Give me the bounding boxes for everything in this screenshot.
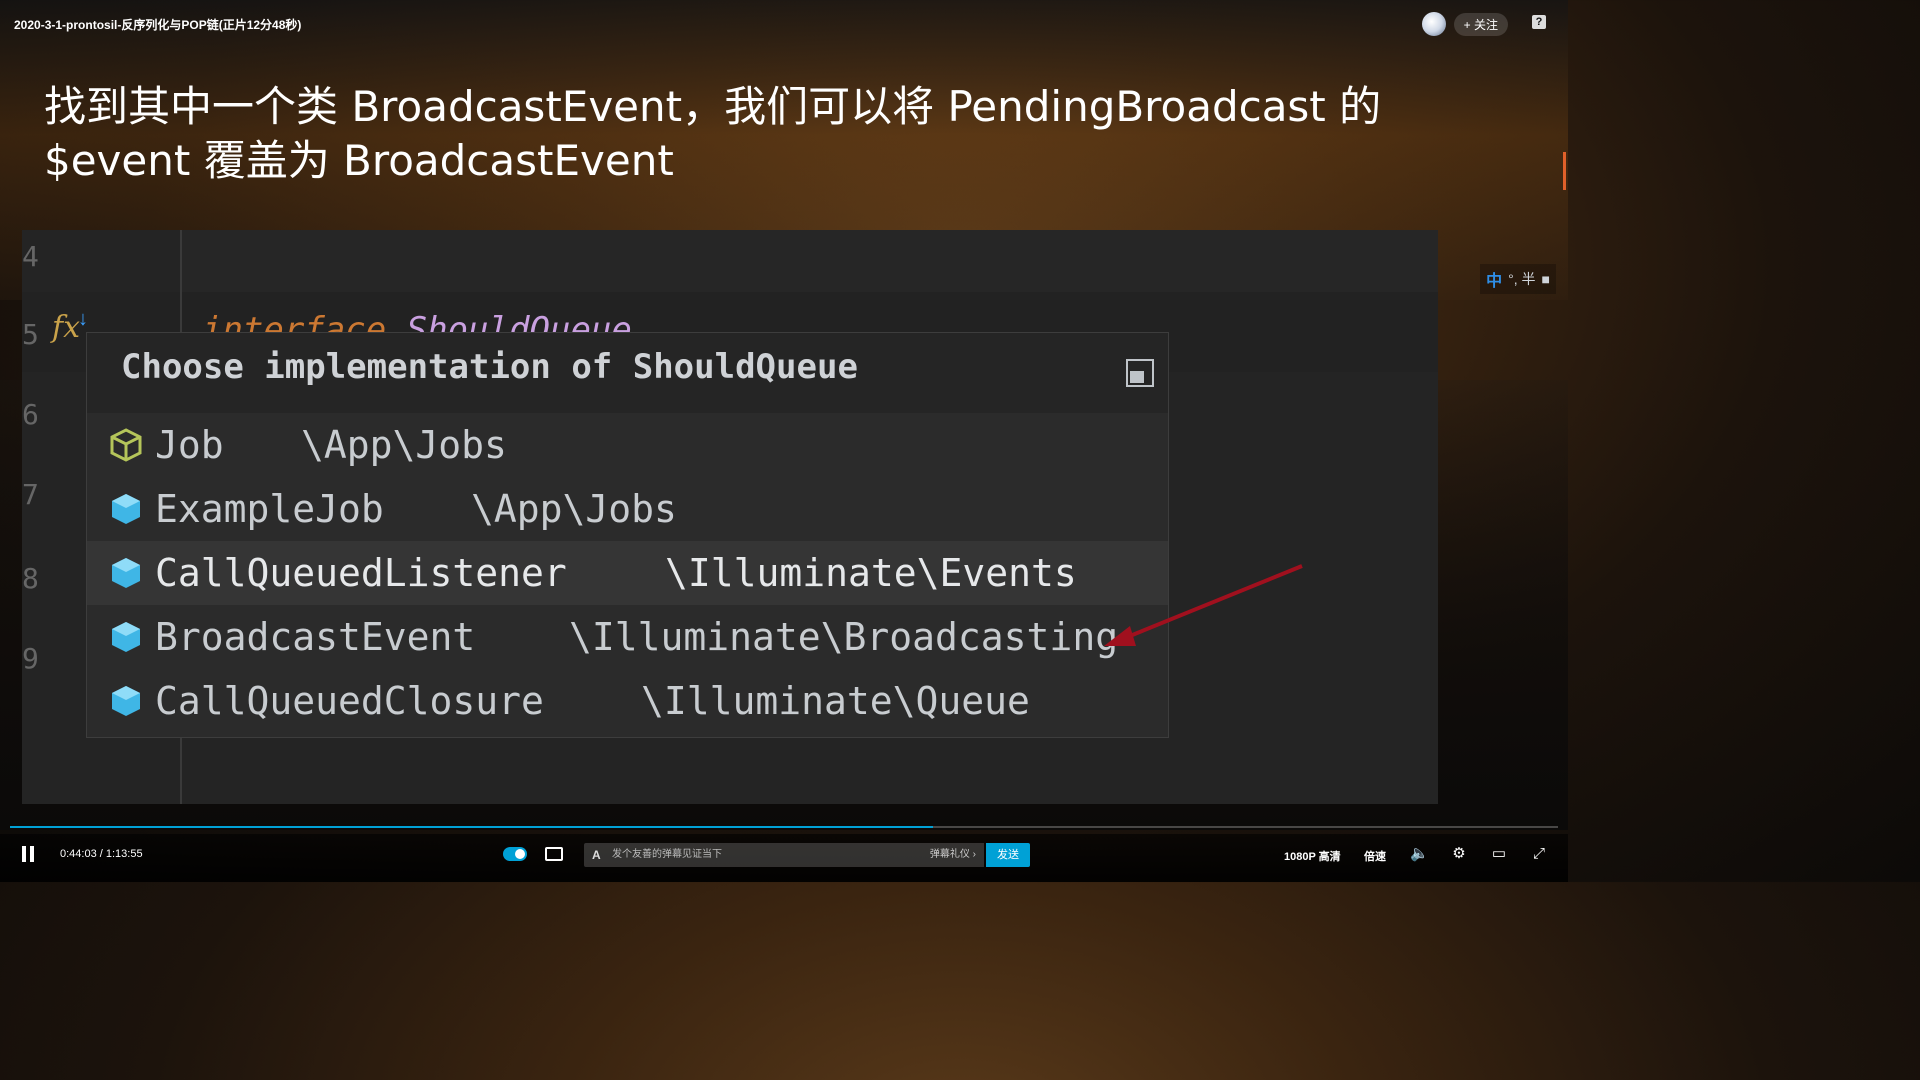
line-number: 7	[22, 478, 39, 511]
open-in-window-icon[interactable]	[1126, 359, 1154, 387]
ime-toolbar: 中 °, 半 ■	[1480, 264, 1556, 294]
fullscreen-icon[interactable]: ⤢	[1530, 846, 1548, 862]
line-number: 5	[22, 318, 39, 351]
side-scroll-indicator	[1563, 152, 1566, 190]
code-line-peek: interface ShouldQueue	[202, 310, 632, 332]
list-item[interactable]: ExampleJob \App\Jobs	[87, 477, 1168, 541]
danmaku-settings-icon[interactable]	[545, 847, 563, 861]
implementations-gutter-icon[interactable]: fx	[52, 310, 80, 345]
danmaku-placeholder: 发个友善的弹幕见证当下	[612, 849, 722, 860]
item-class-name: CallQueuedListener	[155, 551, 567, 595]
ime-mode[interactable]: 中	[1486, 267, 1502, 291]
item-class-name: Job	[155, 423, 224, 467]
danmaku-input[interactable]: A 发个友善的弹幕见证当下 弹幕礼仪 ›	[584, 843, 984, 867]
implementation-list: Job \App\Jobs ExampleJob \App\Jobs CallQ…	[87, 413, 1168, 733]
line-number: 4	[22, 240, 39, 273]
quality-button[interactable]: 1080P 高清	[1284, 848, 1341, 864]
shirt-icon[interactable]: ■	[1542, 271, 1550, 287]
code-keyword: interface	[202, 310, 387, 332]
danmaku-etiquette-link[interactable]: 弹幕礼仪 ›	[930, 843, 976, 867]
uploader-avatar[interactable]	[1421, 12, 1446, 36]
item-namespace: \Illuminate\Broadcasting	[569, 615, 1119, 659]
popup-header: Choose implementation of ShouldQueue	[87, 333, 1168, 413]
send-danmaku-button[interactable]: 发送	[986, 843, 1030, 867]
slide-heading: 找到其中一个类 BroadcastEvent，我们可以将 PendingBroa…	[44, 82, 1382, 185]
time-display: 0:44:03 / 1:13:55	[60, 848, 143, 860]
implementation-chooser-popup: Choose implementation of ShouldQueue Job…	[86, 332, 1169, 738]
editor-blank-line	[182, 230, 1438, 293]
code-interface-name: ShouldQueue	[406, 310, 632, 332]
danmaku-style-icon[interactable]: A	[592, 843, 601, 867]
danmaku-toggle[interactable]	[503, 847, 527, 861]
video-title: 2020-3-1-prontosil-反序列化与POP链(正片12分48秒)	[14, 18, 302, 32]
item-namespace: \App\Jobs	[471, 487, 677, 531]
class-cube-icon	[112, 558, 140, 588]
settings-gear-icon[interactable]: ⚙	[1450, 846, 1468, 862]
arrow-down-icon: ↓	[78, 308, 88, 330]
item-class-name: ExampleJob	[155, 487, 384, 531]
follow-button[interactable]: + 关注	[1453, 12, 1508, 36]
item-class-name: CallQueuedClosure	[155, 679, 544, 723]
ime-options[interactable]: °, 半	[1508, 269, 1535, 289]
player-controls: 0:44:03 / 1:13:55 A 发个友善的弹幕见证当下 弹幕礼仪 › 发…	[0, 834, 1568, 882]
list-item[interactable]: CallQueuedClosure \Illuminate\Queue	[87, 669, 1168, 733]
item-namespace: \Illuminate\Events	[665, 551, 1077, 595]
list-item-selected[interactable]: CallQueuedListener \Illuminate\Events	[87, 541, 1168, 605]
popup-title: Choose implementation of ShouldQueue	[121, 347, 858, 387]
outline-cube-icon	[110, 428, 142, 462]
class-cube-icon	[112, 686, 140, 716]
line-number: 9	[22, 642, 39, 675]
line-number: 8	[22, 562, 39, 595]
item-class-name: BroadcastEvent	[155, 615, 476, 659]
class-cube-icon	[112, 494, 140, 524]
progress-fill	[10, 826, 933, 828]
pause-button[interactable]	[22, 846, 36, 862]
feedback-icon[interactable]: ?	[1532, 15, 1546, 29]
class-cube-icon	[112, 622, 140, 652]
list-item[interactable]: Job \App\Jobs	[87, 413, 1168, 477]
widescreen-icon[interactable]: ▭	[1490, 846, 1508, 862]
line-number: 6	[22, 398, 39, 431]
item-namespace: \Illuminate\Queue	[641, 679, 1030, 723]
list-item[interactable]: BroadcastEvent \Illuminate\Broadcasting	[87, 605, 1168, 669]
annotation-arrow-icon	[1104, 564, 1303, 646]
progress-bar[interactable]	[10, 826, 1558, 828]
uploader-area: + 关注	[1421, 12, 1508, 36]
volume-icon[interactable]: 🔈	[1410, 846, 1429, 862]
speed-button[interactable]: 倍速	[1364, 848, 1386, 864]
item-namespace: \App\Jobs	[301, 423, 507, 467]
